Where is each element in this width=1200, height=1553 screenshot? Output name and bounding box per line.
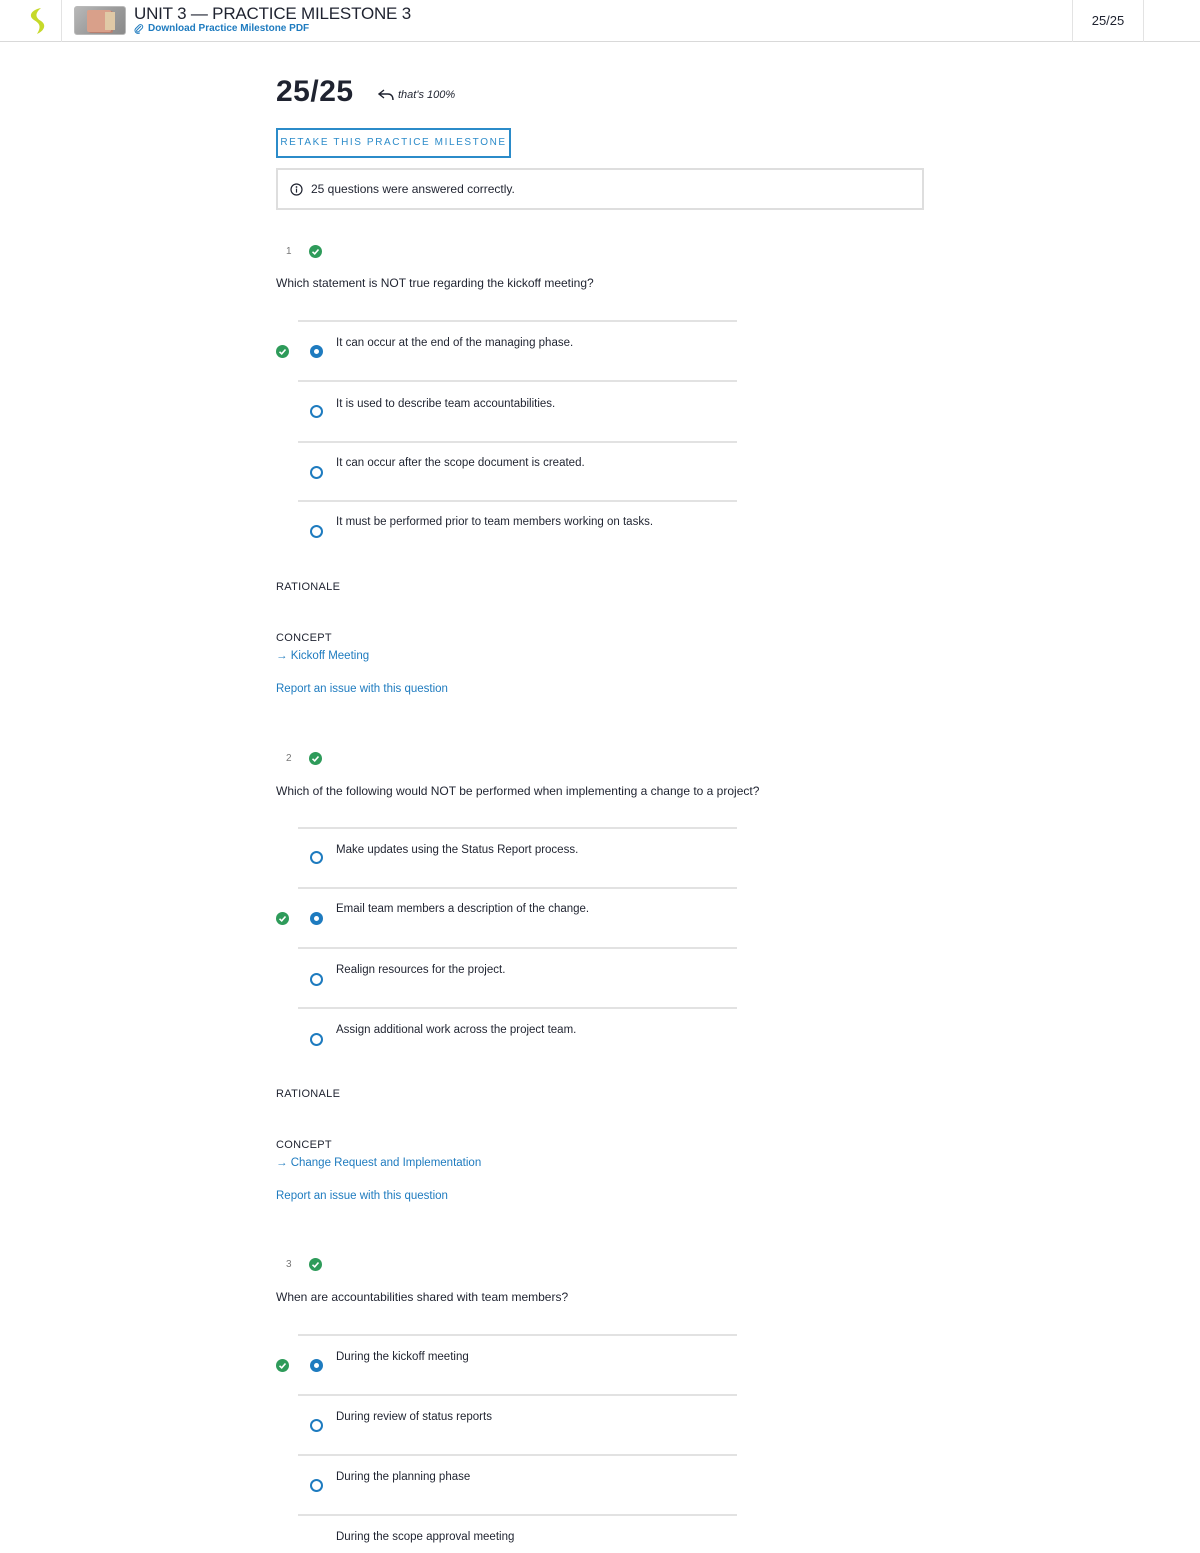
correct-check-icon: [309, 1258, 322, 1271]
page-title: UNIT 3 — PRACTICE MILESTONE 3: [134, 4, 411, 23]
score-note-text: that's 100%: [398, 89, 456, 101]
question-text: When are accountabilities shared with te…: [276, 1290, 569, 1304]
option-radio[interactable]: [310, 405, 323, 418]
option-text[interactable]: During review of status reports: [336, 1411, 492, 1423]
option-divider: [298, 1334, 737, 1336]
info-icon: [290, 182, 303, 196]
option-divider: [298, 887, 737, 889]
report-issue-link[interactable]: Report an issue with this question: [276, 683, 448, 695]
rationale-label: RATIONALE: [276, 581, 341, 593]
correct-answer-check-icon: [276, 345, 289, 358]
concept-label: CONCEPT: [276, 632, 332, 644]
question-text: Which statement is NOT true regarding th…: [276, 276, 594, 290]
option-text[interactable]: It must be performed prior to team membe…: [336, 516, 653, 528]
option-divider: [298, 441, 737, 443]
option-text[interactable]: Realign resources for the project.: [336, 964, 505, 976]
option-divider: [298, 827, 737, 829]
option-radio[interactable]: [310, 851, 323, 864]
concept-label: CONCEPT: [276, 1139, 332, 1151]
correct-answer-check-icon: [276, 1359, 289, 1372]
paperclip-icon: [134, 23, 144, 34]
score-note: that's 100%: [378, 89, 455, 101]
question-number: 3: [286, 1259, 292, 1270]
header-score: 25/25: [1072, 0, 1144, 42]
question-number: 1: [286, 246, 292, 257]
top-bar: UNIT 3 — PRACTICE MILESTONE 3 Download P…: [0, 0, 1200, 42]
option-divider: [298, 947, 737, 949]
option-divider: [298, 1454, 737, 1456]
option-radio[interactable]: [310, 1033, 323, 1046]
correct-check-icon: [309, 245, 322, 258]
option-text[interactable]: It is used to describe team accountabili…: [336, 398, 555, 410]
rationale-label: RATIONALE: [276, 1088, 341, 1100]
option-radio[interactable]: [310, 973, 323, 986]
option-divider: [298, 1514, 737, 1516]
sophia-logo-icon: [30, 8, 45, 34]
option-text[interactable]: It can occur after the scope document is…: [336, 457, 585, 469]
option-text[interactable]: Assign additional work across the projec…: [336, 1024, 576, 1036]
option-text[interactable]: Email team members a description of the …: [336, 903, 589, 915]
option-text[interactable]: It can occur at the end of the managing …: [336, 337, 573, 349]
option-radio[interactable]: [310, 1479, 323, 1492]
correct-answer-check-icon: [276, 912, 289, 925]
question-text: Which of the following would NOT be perf…: [276, 784, 760, 798]
summary-box: 25 questions were answered correctly.: [276, 168, 924, 210]
option-divider: [298, 320, 737, 322]
concept-link[interactable]: → Kickoff Meeting: [276, 650, 369, 662]
option-divider: [298, 1007, 737, 1009]
option-divider: [298, 500, 737, 502]
milestone-thumbnail: [74, 6, 126, 35]
option-text[interactable]: During the scope approval meeting: [336, 1531, 514, 1543]
option-divider: [298, 380, 737, 382]
option-radio[interactable]: [310, 466, 323, 479]
summary-text: 25 questions were answered correctly.: [311, 182, 515, 196]
logo[interactable]: [0, 0, 62, 42]
download-pdf-label: Download Practice Milestone PDF: [148, 23, 310, 34]
retake-button[interactable]: RETAKE THIS PRACTICE MILESTONE: [276, 128, 511, 158]
option-radio[interactable]: [310, 525, 323, 538]
option-radio-selected[interactable]: [310, 345, 323, 358]
report-issue-link[interactable]: Report an issue with this question: [276, 1190, 448, 1202]
option-text[interactable]: Make updates using the Status Report pro…: [336, 844, 578, 856]
result-score: 25/25: [276, 75, 354, 108]
option-radio[interactable]: [310, 1419, 323, 1432]
correct-check-icon: [309, 752, 322, 765]
option-text[interactable]: During the planning phase: [336, 1471, 470, 1483]
download-pdf-link[interactable]: Download Practice Milestone PDF: [134, 23, 309, 34]
question-number: 2: [286, 753, 292, 764]
option-radio-selected[interactable]: [310, 1359, 323, 1372]
option-radio-selected[interactable]: [310, 912, 323, 925]
concept-link[interactable]: → Change Request and Implementation: [276, 1157, 481, 1169]
option-divider: [298, 1394, 737, 1396]
reply-arrow-icon: [378, 89, 394, 101]
option-text[interactable]: During the kickoff meeting: [336, 1351, 469, 1363]
